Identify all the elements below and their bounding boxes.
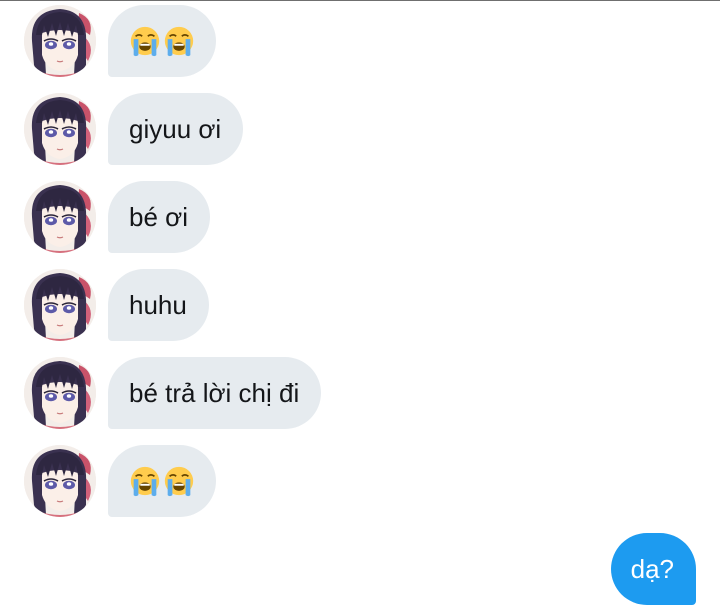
incoming-message-bubble[interactable] bbox=[108, 5, 216, 77]
avatar[interactable] bbox=[24, 445, 96, 517]
outgoing-message-bubble[interactable]: dạ? bbox=[610, 533, 696, 605]
avatar[interactable] bbox=[24, 5, 96, 77]
avatar[interactable] bbox=[24, 93, 96, 165]
avatar-image bbox=[24, 5, 96, 77]
message-row: bé ơi bbox=[24, 181, 210, 253]
avatar-image bbox=[24, 93, 96, 165]
message-row: bé trả lời chị đi bbox=[24, 357, 322, 429]
incoming-message-bubble[interactable]: giyuu ơi bbox=[108, 93, 244, 165]
avatar[interactable] bbox=[24, 269, 96, 341]
incoming-message-bubble[interactable] bbox=[108, 445, 216, 517]
avatar-image bbox=[24, 445, 96, 517]
avatar-image bbox=[24, 181, 96, 253]
message-row: huhu bbox=[24, 269, 209, 341]
top-divider bbox=[0, 0, 720, 1]
message-row: giyuu ơi bbox=[24, 93, 244, 165]
loudly-crying-face-icon bbox=[128, 464, 162, 498]
message-row bbox=[24, 445, 216, 517]
incoming-message-bubble[interactable]: bé ơi bbox=[108, 181, 210, 253]
avatar[interactable] bbox=[24, 181, 96, 253]
avatar-image bbox=[24, 357, 96, 429]
loudly-crying-face-icon bbox=[162, 24, 196, 58]
loudly-crying-face-icon bbox=[128, 24, 162, 58]
incoming-message-bubble[interactable]: huhu bbox=[108, 269, 209, 341]
avatar-image bbox=[24, 269, 96, 341]
avatar[interactable] bbox=[24, 357, 96, 429]
loudly-crying-face-icon bbox=[162, 464, 196, 498]
incoming-message-bubble[interactable]: bé trả lời chị đi bbox=[108, 357, 322, 429]
message-row bbox=[24, 5, 216, 77]
